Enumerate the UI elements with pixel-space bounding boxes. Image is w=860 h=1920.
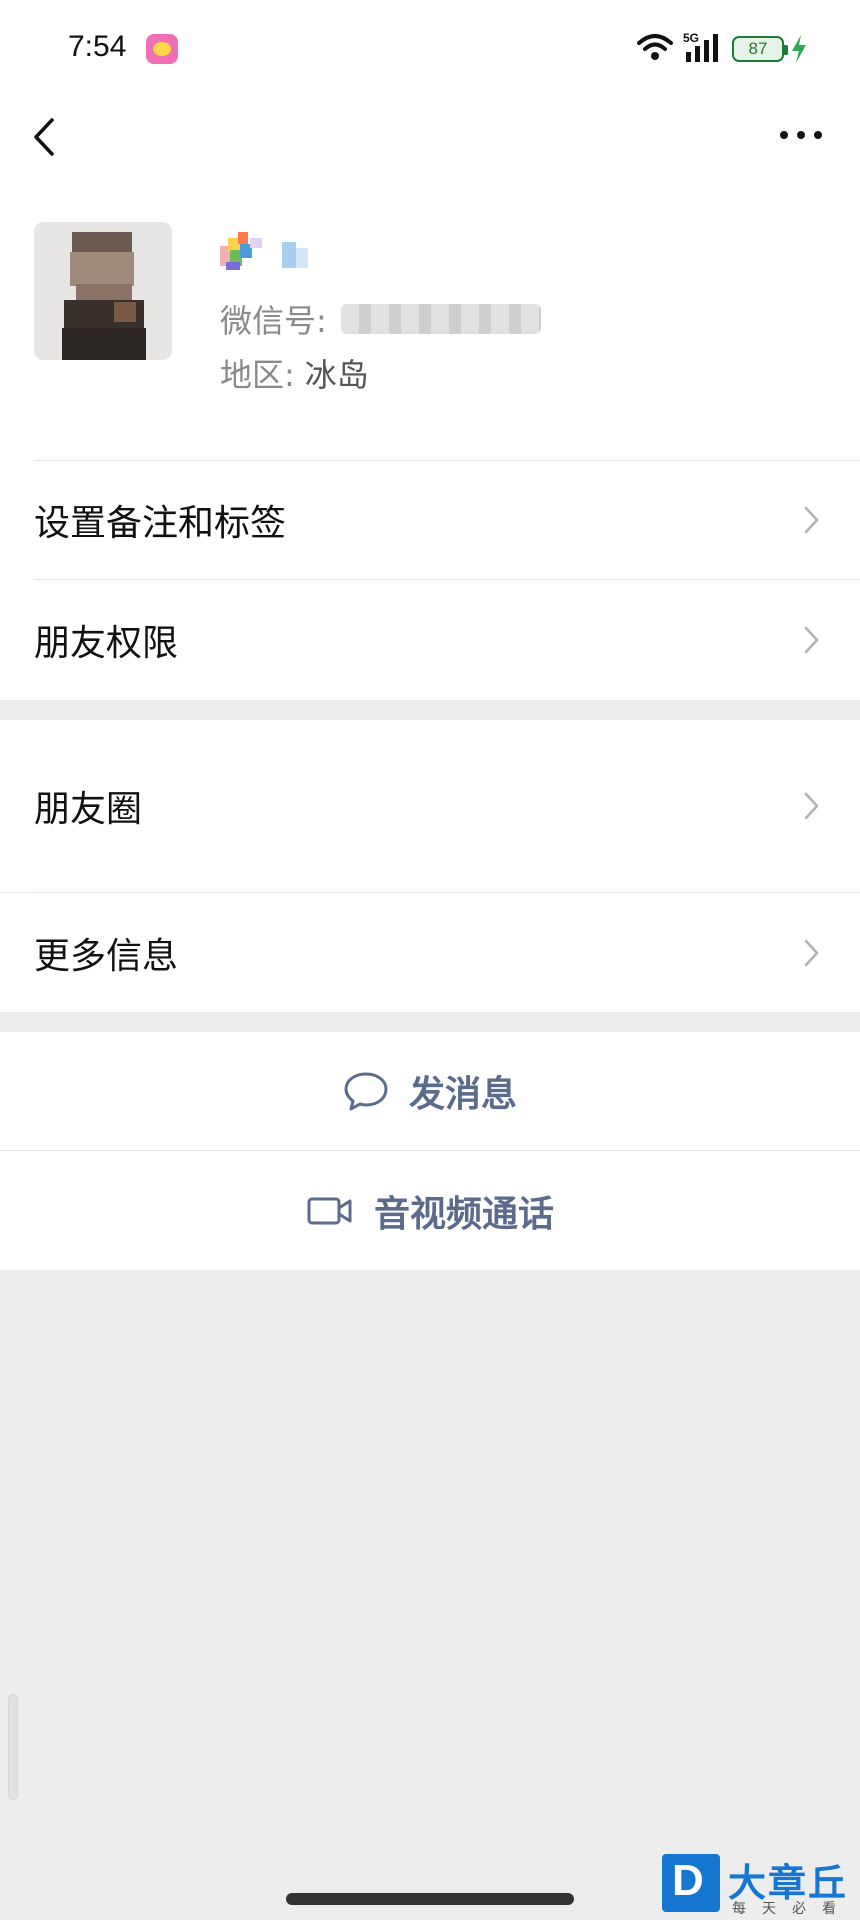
status-time: 7:54 bbox=[68, 30, 127, 63]
chat-bubble-icon bbox=[344, 1072, 388, 1111]
av-call-button[interactable]: 音视频通话 bbox=[0, 1151, 860, 1270]
avatar-image bbox=[34, 222, 172, 360]
signal-icon: 5G bbox=[683, 31, 718, 62]
region-row: 地区: 冰岛 bbox=[220, 350, 369, 396]
send-message-label: 发消息 bbox=[408, 1074, 517, 1115]
video-camera-icon bbox=[307, 1197, 352, 1224]
menu-item-label: 朋友圈 bbox=[34, 789, 143, 830]
av-call-label: 音视频通话 bbox=[373, 1193, 554, 1235]
more-dots-icon[interactable] bbox=[776, 120, 826, 150]
wifi-icon bbox=[637, 34, 673, 60]
menu-item-more-info[interactable]: 更多信息 bbox=[0, 893, 860, 1012]
wechat-id-label: 微信号: bbox=[220, 302, 327, 340]
menu-item-remarks-tags[interactable]: 设置备注和标签 bbox=[0, 461, 860, 579]
watermark-logo-letter: D bbox=[672, 1856, 704, 1905]
watermark-logo-mark: D bbox=[662, 1854, 720, 1912]
menu-item-label: 更多信息 bbox=[34, 935, 179, 977]
wechat-id-row: 微信号: bbox=[220, 296, 541, 342]
send-message-button[interactable]: 发消息 bbox=[0, 1032, 860, 1150]
scrollbar[interactable] bbox=[8, 1694, 18, 1800]
status-bar: 7:54 5G 87 bbox=[0, 0, 860, 100]
region-value: 冰岛 bbox=[304, 356, 369, 394]
chevron-right-icon bbox=[804, 939, 819, 966]
back-chevron-icon[interactable] bbox=[26, 112, 66, 162]
menu-item-friend-permissions[interactable]: 朋友权限 bbox=[0, 580, 860, 700]
app-notification-icon bbox=[146, 34, 178, 64]
menu-item-moments[interactable]: 朋友圈 bbox=[0, 720, 860, 892]
home-indicator[interactable] bbox=[286, 1893, 574, 1905]
chevron-right-icon bbox=[804, 626, 819, 654]
charging-bolt-icon bbox=[792, 35, 806, 63]
nickname-blurred bbox=[220, 232, 308, 270]
watermark-subtitle: 每天必看 bbox=[732, 1901, 852, 1917]
avatar[interactable] bbox=[34, 222, 172, 360]
network-type-label: 5G bbox=[683, 31, 699, 45]
region-label: 地区: bbox=[220, 356, 295, 394]
wechat-id-blurred bbox=[340, 304, 541, 334]
battery-level: 87 bbox=[748, 39, 768, 58]
menu-item-label: 设置备注和标签 bbox=[34, 503, 287, 544]
menu-item-label: 朋友权限 bbox=[34, 623, 179, 664]
chevron-right-icon bbox=[804, 506, 819, 534]
watermark-logo: D 大章丘 每天必看 bbox=[660, 1852, 860, 1920]
battery-icon: 87 bbox=[732, 36, 788, 62]
chevron-right-icon bbox=[804, 792, 819, 820]
